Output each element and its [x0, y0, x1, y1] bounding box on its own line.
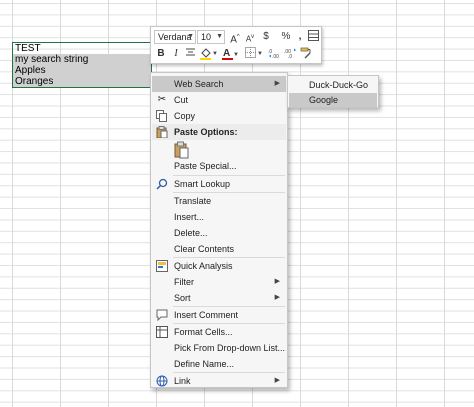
comma-icon: , — [298, 31, 302, 42]
bold-button[interactable]: B — [154, 47, 168, 61]
copy-icon — [156, 110, 168, 122]
menu-item-copy[interactable]: Copy — [152, 108, 286, 124]
increase-decimal-icon: .0.00 — [268, 49, 279, 60]
menu-item-label: Filter — [174, 277, 194, 287]
fill-bucket-icon: ▼ — [200, 48, 218, 60]
fill-color-button[interactable]: ▼ — [198, 47, 218, 61]
comma-style-button[interactable]: , — [293, 30, 307, 44]
comment-icon — [156, 309, 168, 322]
menu-item-label: Translate — [174, 196, 212, 206]
decrease-font-size-button[interactable]: Av — [243, 30, 257, 44]
menu-item-format-cells[interactable]: Format Cells... — [152, 324, 286, 340]
menu-item-label: Copy — [174, 111, 196, 121]
menu-item-smart-lookup[interactable]: Smart Lookup — [152, 176, 286, 192]
font-name-box[interactable]: Verdana ▼ — [154, 30, 196, 44]
menu-item-label: Format Cells... — [174, 327, 233, 337]
align-center-icon — [185, 48, 195, 56]
selection-border — [12, 42, 152, 88]
menu-item-label: Pick From Drop-down List... — [174, 343, 286, 353]
currency-format-button[interactable]: $ — [259, 30, 273, 44]
italic-button[interactable]: I — [169, 47, 183, 61]
format-table-button[interactable] — [306, 30, 320, 44]
decrease-decimal-button[interactable]: .00.0 — [283, 47, 297, 61]
bold-icon: B — [157, 48, 165, 59]
menu-item-web-search[interactable]: Web Search ▶ — [152, 76, 286, 92]
paste-clipboard-icon — [174, 141, 189, 159]
percent-icon: % — [281, 31, 291, 42]
svg-text:▼: ▼ — [257, 51, 263, 57]
menu-item-label: Paste Options: — [174, 127, 238, 137]
menu-item-label: Smart Lookup — [174, 179, 231, 189]
chevron-right-icon: ▶ — [274, 377, 280, 384]
submenu-item-duck-duck-go[interactable]: Duck-Duck-Go — [289, 78, 377, 92]
menu-item-delete[interactable]: Delete... — [152, 225, 286, 241]
menu-item-label: Clear Contents — [174, 244, 235, 254]
menu-item-translate[interactable]: Translate — [152, 193, 286, 209]
menu-item-link[interactable]: Link ▶ — [152, 373, 286, 389]
italic-icon: I — [174, 48, 178, 59]
menu-item-label: Delete... — [174, 228, 208, 238]
chevron-right-icon: ▶ — [274, 80, 280, 87]
menu-item-label: Cut — [174, 95, 189, 105]
chevron-right-icon: ▶ — [274, 278, 280, 285]
web-search-submenu: Duck-Duck-Go Google — [287, 75, 379, 108]
menu-item-cut[interactable]: ✂ Cut — [152, 92, 286, 108]
font-size-value: 10 — [201, 32, 212, 42]
font-size-box[interactable]: 10 ▼ — [197, 30, 225, 44]
menu-item-label: Insert... — [174, 212, 205, 222]
paste-clipboard-icon — [156, 126, 168, 139]
chevron-right-icon: ▶ — [274, 294, 280, 301]
menu-item-label: Quick Analysis — [174, 261, 233, 271]
table-format-icon — [307, 30, 319, 41]
menu-item-insert[interactable]: Insert... — [152, 209, 286, 225]
format-painter-button[interactable] — [299, 47, 313, 61]
currency-icon: $ — [263, 31, 269, 42]
link-icon — [156, 375, 168, 387]
submenu-item-google[interactable]: Google — [289, 93, 377, 107]
menu-item-label: Web Search — [174, 79, 224, 89]
svg-text:▼: ▼ — [212, 51, 217, 57]
menu-item-filter[interactable]: Filter ▶ — [152, 274, 286, 290]
menu-item-quick-analysis[interactable]: Quick Analysis — [152, 258, 286, 274]
align-center-button[interactable] — [183, 47, 197, 61]
menu-item-label: Paste Special... — [174, 161, 237, 171]
menu-item-label: Define Name... — [174, 359, 235, 369]
grow-font-icon: A — [230, 34, 237, 46]
menu-item-label: Insert Comment — [174, 310, 239, 320]
borders-button[interactable]: ▼ — [244, 47, 264, 61]
search-icon — [156, 178, 168, 190]
svg-text:.0: .0 — [288, 54, 292, 59]
menu-item-pick-from-list[interactable]: Pick From Drop-down List... — [152, 340, 286, 356]
increase-decimal-button[interactable]: .0.00 — [267, 47, 281, 61]
format-cells-icon — [156, 326, 168, 338]
paste-option-button[interactable] — [173, 141, 191, 159]
svg-text:.00: .00 — [272, 54, 279, 59]
decrease-decimal-icon: .00.0 — [284, 48, 296, 60]
menu-item-label: Link — [174, 376, 191, 386]
percent-style-button[interactable]: % — [279, 30, 293, 44]
scissors-icon: ✂ — [157, 94, 167, 105]
menu-item-define-name[interactable]: Define Name... — [152, 356, 286, 372]
chevron-down-icon: ▼ — [187, 33, 194, 40]
quick-analysis-icon — [156, 260, 168, 272]
menu-item-sort[interactable]: Sort ▶ — [152, 290, 286, 306]
paste-options-header: Paste Options: — [152, 124, 286, 140]
font-color-button[interactable]: A ▼ — [221, 47, 241, 61]
borders-icon: ▼ — [245, 47, 263, 58]
chevron-down-icon: ▼ — [216, 33, 223, 40]
menu-item-insert-comment[interactable]: Insert Comment — [152, 307, 286, 323]
mini-toolbar: Verdana ▼ 10 ▼ A^ Av $ % , B I ▼ A ▼ ▼ .… — [150, 26, 322, 64]
context-menu: Web Search ▶ ✂ Cut Copy Paste Options: P… — [150, 72, 288, 388]
menu-item-paste-special[interactable]: Paste Special... — [152, 158, 286, 174]
increase-font-size-button[interactable]: A^ — [228, 30, 242, 46]
menu-item-clear-contents[interactable]: Clear Contents — [152, 241, 286, 257]
format-painter-icon — [300, 47, 311, 59]
menu-item-label: Sort — [174, 293, 191, 303]
